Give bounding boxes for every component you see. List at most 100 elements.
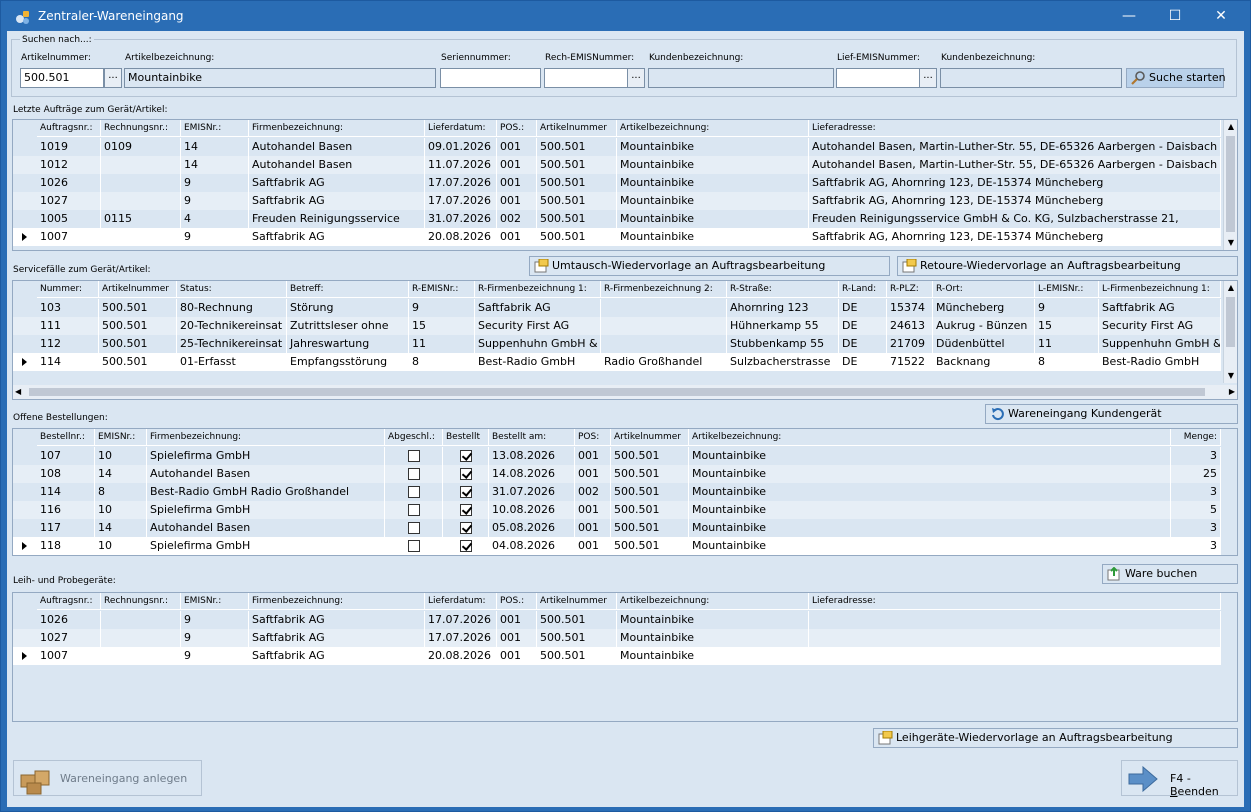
artikelnummer-browse-button[interactable]: ...: [104, 68, 122, 88]
column-header[interactable]: Menge:: [1171, 429, 1221, 446]
table-row[interactable]: 103 500.501 80-Rechnung Störung 9 Saftfabrik …: [13, 299, 1221, 317]
table-row[interactable]: 107 10 Spielefirma GmbH 13.08.2026 001 500.50…: [13, 447, 1221, 465]
scroll-up-arrow-icon[interactable]: ▲: [1224, 281, 1237, 295]
row-header[interactable]: [13, 447, 35, 465]
bestellt-checkbox[interactable]: [460, 450, 472, 462]
scroll-left-arrow-icon[interactable]: ◀: [15, 385, 21, 399]
table-row[interactable]: 1007 9 Saftfabrik AG 20.08.2026 001 500.501 Mo…: [13, 647, 1221, 665]
column-header[interactable]: L-EMISNr.:: [1035, 281, 1099, 298]
row-header[interactable]: [13, 501, 35, 519]
wareneingang-kundengeraet-button[interactable]: Wareneingang Kundengerät: [985, 404, 1238, 424]
column-header[interactable]: R-Land:: [839, 281, 887, 298]
column-header[interactable]: Firmenbezeichnung:: [249, 120, 425, 137]
column-header[interactable]: R-Ort:: [933, 281, 1035, 298]
scroll-down-arrow-icon[interactable]: ▼: [1224, 369, 1237, 383]
row-header[interactable]: [13, 138, 35, 156]
column-header[interactable]: Artikelnummer: [99, 281, 177, 298]
bestellt-checkbox[interactable]: [460, 468, 472, 480]
abgeschl-checkbox[interactable]: [408, 450, 420, 462]
table-row[interactable]: 1007 9 Saftfabrik AG 20.08.2026 001 500.501 Mo…: [13, 228, 1221, 246]
retoure-wiedervorlage-button[interactable]: Retoure-Wiedervorlage an Auftragsbearbei…: [897, 256, 1238, 276]
beenden-button[interactable]: F4 - Beenden: [1121, 760, 1238, 798]
column-header[interactable]: Rechnungsnr.:: [101, 593, 181, 610]
row-header[interactable]: [13, 228, 35, 246]
column-header[interactable]: Lieferadresse:: [809, 593, 1221, 610]
lief-emis-browse-button[interactable]: ...: [919, 68, 937, 88]
column-header[interactable]: Betreff:: [287, 281, 409, 298]
close-button[interactable]: ✕: [1198, 1, 1244, 31]
scrollbar-thumb[interactable]: [1226, 297, 1235, 347]
row-header[interactable]: [13, 519, 35, 537]
column-header[interactable]: Bestellt: [443, 429, 489, 446]
column-header[interactable]: Artikelbezeichnung:: [617, 593, 809, 610]
row-header[interactable]: [13, 611, 35, 629]
scroll-right-arrow-icon[interactable]: ▶: [1229, 385, 1235, 399]
column-header[interactable]: Artikelnummer: [611, 429, 689, 446]
horizontal-scrollbar[interactable]: ◀ ▶: [13, 385, 1237, 399]
column-header[interactable]: L-Firmenbezeichnung 1:: [1099, 281, 1221, 298]
orders-grid[interactable]: Auftragsnr.: Rechnungsnr.: EMISNr.: Firmenb…: [12, 119, 1238, 251]
table-row[interactable]: 1019 0109 14 Autohandel Basen 09.01.2026 001 5…: [13, 138, 1221, 156]
artikelnummer-input[interactable]: 500.501: [20, 68, 104, 88]
row-header[interactable]: [13, 647, 35, 665]
scrollbar-thumb[interactable]: [29, 388, 1205, 396]
column-header[interactable]: Auftragsnr.:: [37, 593, 101, 610]
row-header[interactable]: [13, 156, 35, 174]
column-header[interactable]: Abgeschl.:: [385, 429, 443, 446]
column-header[interactable]: EMISNr.:: [181, 593, 249, 610]
column-header[interactable]: Auftragsnr.:: [37, 120, 101, 137]
table-row[interactable]: 114 500.501 01-Erfasst Empfangsstörung 8 Best…: [13, 353, 1221, 371]
row-header[interactable]: [13, 483, 35, 501]
umtausch-wiedervorlage-button[interactable]: Umtausch-Wiedervorlage an Auftragsbearbe…: [529, 256, 890, 276]
wareneingang-anlegen-button[interactable]: Wareneingang anlegen: [13, 760, 202, 796]
row-header[interactable]: [13, 353, 35, 371]
table-row[interactable]: 112 500.501 25-Technikereinsat Jahreswartun…: [13, 335, 1221, 353]
bestellt-checkbox[interactable]: [460, 486, 472, 498]
scroll-up-arrow-icon[interactable]: ▲: [1224, 120, 1237, 134]
column-header[interactable]: Bestellt am:: [489, 429, 575, 446]
abgeschl-checkbox[interactable]: [408, 468, 420, 480]
table-row[interactable]: 1027 9 Saftfabrik AG 17.07.2026 001 500.501 Mo…: [13, 192, 1221, 210]
rech-emis-browse-button[interactable]: ...: [627, 68, 645, 88]
row-header[interactable]: [13, 174, 35, 192]
table-row[interactable]: 118 10 Spielefirma GmbH 04.08.2026 001 500.50…: [13, 537, 1221, 555]
maximize-button[interactable]: ☐: [1152, 1, 1198, 31]
rech-emis-input[interactable]: [544, 68, 628, 88]
column-header[interactable]: R-Straße:: [727, 281, 839, 298]
column-header[interactable]: POS.:: [497, 120, 537, 137]
row-header[interactable]: [13, 537, 35, 555]
column-header[interactable]: Nummer:: [37, 281, 99, 298]
row-header[interactable]: [13, 210, 35, 228]
table-row[interactable]: 1026 9 Saftfabrik AG 17.07.2026 001 500.501 Mo…: [13, 174, 1221, 192]
title-bar[interactable]: Zentraler-Wareneingang — ☐ ✕: [1, 1, 1250, 31]
table-row[interactable]: 1027 9 Saftfabrik AG 17.07.2026 001 500.501 Mo…: [13, 629, 1221, 647]
column-header[interactable]: Status:: [177, 281, 287, 298]
column-header[interactable]: Artikelbezeichnung:: [689, 429, 1171, 446]
table-row[interactable]: 108 14 Autohandel Basen 14.08.2026 001 500.50…: [13, 465, 1221, 483]
column-header[interactable]: Artikelnummer: [537, 120, 617, 137]
column-header[interactable]: Lieferdatum:: [425, 593, 497, 610]
table-row[interactable]: 116 10 Spielefirma GmbH 10.08.2026 001 500.50…: [13, 501, 1221, 519]
scroll-down-arrow-icon[interactable]: ▼: [1224, 236, 1237, 250]
column-header[interactable]: Lieferdatum:: [425, 120, 497, 137]
abgeschl-checkbox[interactable]: [408, 486, 420, 498]
column-header[interactable]: Rechnungsnr.:: [101, 120, 181, 137]
abgeschl-checkbox[interactable]: [408, 522, 420, 534]
table-row[interactable]: 114 8 Best-Radio GmbH Radio Großhandel 31.0…: [13, 483, 1221, 501]
lief-emis-input[interactable]: [836, 68, 920, 88]
seriennummer-input[interactable]: [440, 68, 541, 88]
bestellt-checkbox[interactable]: [460, 540, 472, 552]
table-row[interactable]: 117 14 Autohandel Basen 05.08.2026 001 500.50…: [13, 519, 1221, 537]
abgeschl-checkbox[interactable]: [408, 504, 420, 516]
table-row[interactable]: 111 500.501 20-Technikereinsat Zutrittslese…: [13, 317, 1221, 335]
column-header[interactable]: Artikelnummer: [537, 593, 617, 610]
bestellungen-grid[interactable]: Bestellnr.: EMISNr.: Firmenbezeichnung: Abg…: [12, 428, 1238, 556]
column-header[interactable]: Bestellnr.:: [37, 429, 95, 446]
leihgeraete-wiedervorlage-button[interactable]: Leihgeräte-Wiedervorlage an Auftragsbear…: [873, 728, 1238, 748]
abgeschl-checkbox[interactable]: [408, 540, 420, 552]
column-header[interactable]: Artikelbezeichnung:: [617, 120, 809, 137]
table-row[interactable]: 1012 14 Autohandel Basen 11.07.2026 001 500.5…: [13, 156, 1221, 174]
search-button[interactable]: Suche starten: [1126, 68, 1226, 88]
service-grid[interactable]: Nummer: Artikelnummer Status: Betreff: R-EMI…: [12, 280, 1238, 400]
ware-buchen-button[interactable]: Ware buchen: [1102, 564, 1238, 584]
